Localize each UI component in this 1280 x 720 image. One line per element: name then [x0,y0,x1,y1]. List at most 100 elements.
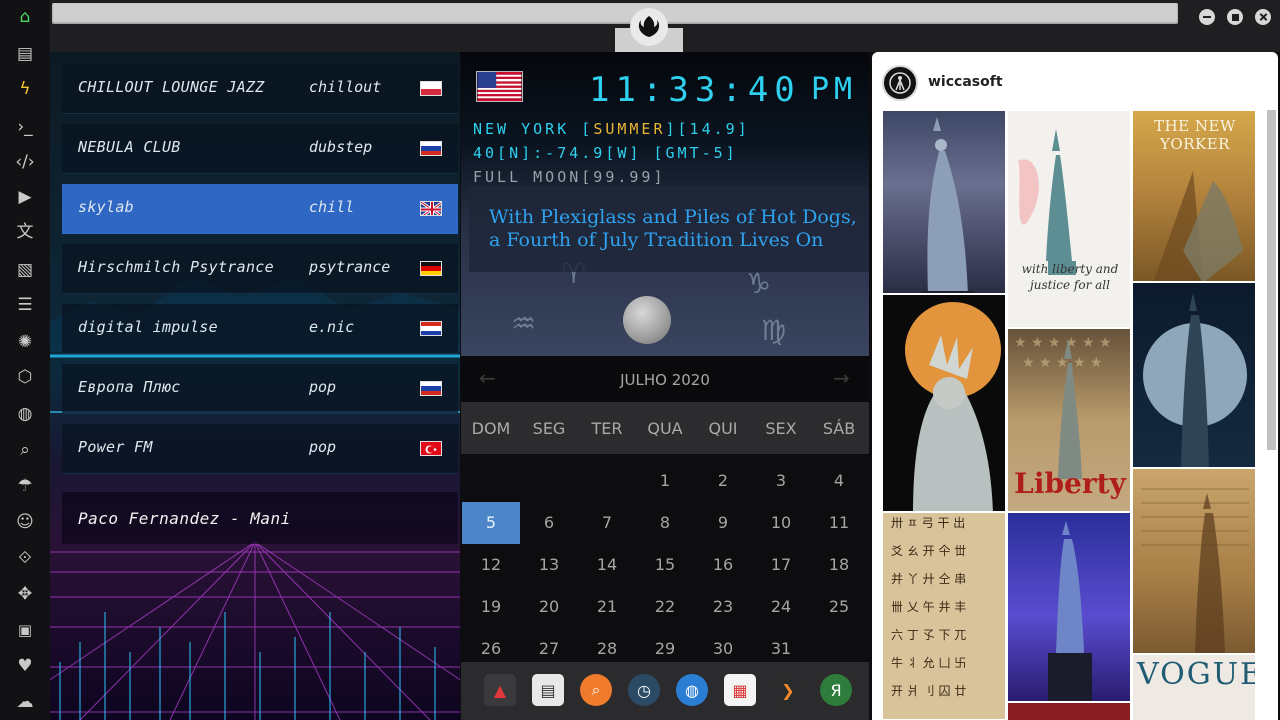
next-month-icon[interactable]: → [833,366,850,390]
calendar-day[interactable]: 24 [752,586,810,628]
liberty-full-moon-image[interactable] [1132,282,1256,468]
calendar-day[interactable]: 22 [636,586,694,628]
liberty-watercolor-image[interactable]: with liberty and justice for all [1007,110,1131,328]
station-row[interactable]: Power FM pop [62,424,458,474]
calendar-day[interactable]: 10 [752,502,810,544]
station-genre: pop [309,438,337,456]
calendar-day[interactable]: 19 [462,586,520,628]
station-row[interactable]: digital impulse e.nic [62,304,458,354]
hexagon-icon[interactable]: ⬡ [13,365,37,389]
station-genre: dubstep [309,138,373,156]
document-icon[interactable]: ▤ [13,42,37,66]
calendar-day[interactable]: 7 [578,502,636,544]
symbols-chart-image[interactable]: 卅 ㅍ 弓 干 出爻 ㄠ 开 仐 丗并 丫 廾 仝 串卌 乂 午 井 丰六 丁 … [882,512,1006,720]
home-icon[interactable]: ⌂ [13,5,37,29]
calendar-day[interactable]: 25 [810,586,868,628]
calendar-day-today[interactable]: 5 [462,502,520,544]
code-icon[interactable]: ‹/› [13,150,37,174]
news-headline[interactable]: With Plexiglass and Piles of Hot Dogs, a… [489,206,859,252]
avatar[interactable] [882,65,918,101]
aperture-icon[interactable]: ✺ [13,330,37,354]
station-row[interactable]: NEBULA CLUB dubstep [62,124,458,174]
heart-icon[interactable]: ♥ [13,654,37,678]
app-launcher-icon[interactable]: ▲ [484,674,516,706]
station-row[interactable]: CHILLOUT LOUNGE JAZZ chillout [62,64,458,114]
calendar-day[interactable]: 20 [520,586,578,628]
feed-scrollbar[interactable] [1267,110,1276,450]
terminal-icon[interactable]: ›_ [13,115,37,139]
city-info: NEW YORK [SUMMER][14.9] [473,120,750,138]
temperature: ][14.9] [665,120,750,138]
news-headline-box[interactable]: With Plexiglass and Piles of Hot Dogs, a… [469,186,869,272]
station-flag-icon [420,141,442,156]
station-row[interactable]: skylab chill [62,184,458,234]
maximize-button[interactable] [1227,9,1243,25]
news-icon[interactable]: ☰ [13,293,37,317]
calendar-day[interactable]: 18 [810,544,868,586]
radio-panel: CHILLOUT LOUNGE JAZZ chillout NEBULA CLUB d… [50,52,460,720]
share-icon[interactable]: ⟐ [13,546,37,570]
zodiac-virgo-icon: ♍ [761,314,787,347]
flash-icon[interactable]: ϟ [13,77,37,101]
calendar-day[interactable]: 4 [810,460,868,502]
username[interactable]: wiccasoft [928,74,1003,90]
search-icon[interactable]: ⌕ [13,438,37,462]
svg-text:开 爿 刂 囚 廿: 开 爿 刂 囚 廿 [891,684,966,698]
calendar-day[interactable]: 21 [578,586,636,628]
calendar-day[interactable]: 1 [636,460,694,502]
calendar-day[interactable]: 15 [636,544,694,586]
station-genre: chillout [309,78,382,96]
contact-icon[interactable]: ☺ [13,510,37,534]
calendar-day[interactable]: 23 [694,586,752,628]
browser-icon[interactable]: ◍ [676,674,708,706]
news-reader-icon[interactable]: ▤ [532,674,564,706]
terminal-app-icon[interactable]: ❯ [772,674,804,706]
left-icon-rail: ⌂ ▤ ϟ ›_ ‹/› ▶ 文 ▧ ☰ ✺ ⬡ ◍ ⌕ ☂ ☺ ⟐ ✥ ▣ ♥ ☁ [0,0,50,720]
now-playing-text: Paco Fernandez - Mani [78,509,291,528]
station-name: CHILLOUT LOUNGE JAZZ [78,78,265,96]
liberty-storm-image[interactable] [882,110,1006,294]
svg-text:牛 丬 允 凵 卐: 牛 丬 允 凵 卐 [891,655,966,670]
vogue-cover-image[interactable]: VOGUE [1132,654,1256,720]
search-app-icon[interactable]: ⌕ [580,674,612,706]
calendar-day[interactable]: 9 [694,502,752,544]
new-yorker-cover-image[interactable]: THE NEW YORKER [1132,110,1256,282]
address-bar[interactable] [52,3,1178,24]
station-name: Hirschmilch Psytrance [78,258,274,276]
rebel-alliance-icon[interactable] [630,8,668,46]
vogue-caption: VOGUE [1137,657,1256,692]
weekday-label: QUI [708,419,738,438]
station-row[interactable]: Европа Плюс pop [62,364,458,414]
globe-icon[interactable]: ◍ [13,402,37,426]
calendar-day[interactable]: 11 [810,502,868,544]
play-icon[interactable]: ▶ [13,185,37,209]
calendar-day[interactable]: 6 [520,502,578,544]
liberty-moon-image[interactable] [882,294,1006,512]
translate-icon[interactable]: 文 [13,220,37,244]
calendar-day[interactable]: 16 [694,544,752,586]
calendar-day[interactable]: 12 [462,544,520,586]
calendar-day[interactable]: 17 [752,544,810,586]
close-button[interactable] [1255,9,1271,25]
calendar-day[interactable]: 13 [520,544,578,586]
station-name: skylab [78,198,134,216]
declaration-liberty-image[interactable] [1132,468,1256,654]
expand-icon[interactable]: ✥ [13,582,37,606]
umbrella-icon[interactable]: ☂ [13,474,37,498]
liberty-sweet-land-image[interactable]: ★ ★ ★ ★ ★ ★ ★ ★ ★ ★ ★ Liberty [1007,328,1131,512]
image-icon[interactable]: ▧ [13,258,37,282]
liberty-night-image[interactable] [1007,512,1131,702]
station-row[interactable]: Hirschmilch Psytrance psytrance [62,244,458,294]
calendar-month: JULHO 2020 [620,371,710,389]
calendar-app-icon[interactable]: ▦ [724,674,756,706]
calendar-day[interactable]: 8 [636,502,694,544]
magazine-red-image[interactable] [1007,702,1131,720]
cloud-icon[interactable]: ☁ [13,690,37,714]
calendar-day[interactable]: 2 [694,460,752,502]
minimize-button[interactable] [1199,9,1215,25]
clock-app-icon[interactable]: ◷ [628,674,660,706]
youtube-icon[interactable]: ▣ [13,618,37,642]
yandex-icon[interactable]: Я [820,674,852,706]
calendar-day[interactable]: 14 [578,544,636,586]
calendar-day[interactable]: 3 [752,460,810,502]
